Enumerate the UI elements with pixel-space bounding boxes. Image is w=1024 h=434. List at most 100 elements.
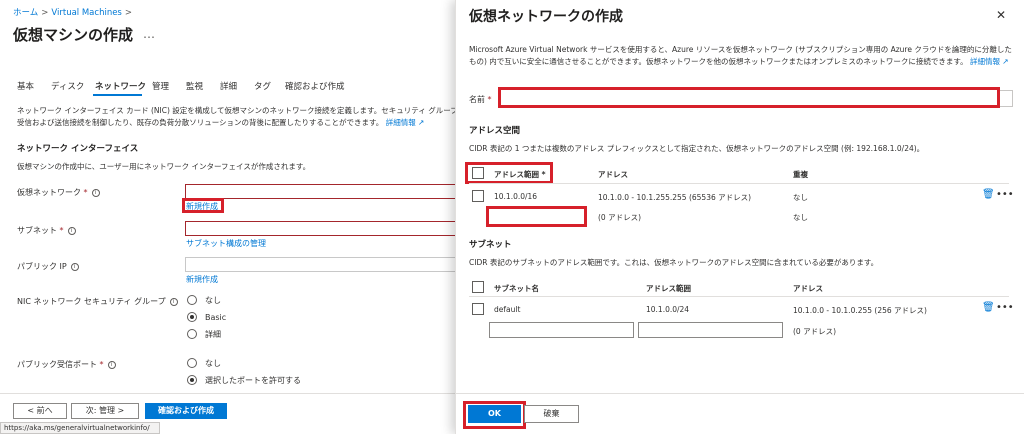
required-mark: * [83, 188, 88, 197]
radio-label: 選択したポートを許可する [205, 376, 301, 385]
radio-button[interactable] [187, 329, 197, 339]
review-create-button[interactable]: 確認および作成 [145, 403, 227, 419]
info-icon[interactable]: i [107, 361, 116, 369]
close-icon[interactable]: ✕ [996, 8, 1006, 22]
vnet-create-new-link[interactable]: 新規作成 [186, 201, 218, 212]
nsg-label-text: NIC ネットワーク セキュリティ グループ [17, 297, 166, 306]
description-line: もの) 内で互いに安全に通信させることができます。仮想ネットワークを他の仮想ネッ… [469, 57, 968, 66]
row-checkbox[interactable] [472, 190, 484, 202]
new-subnet-name-input[interactable] [489, 322, 634, 338]
tab-basics[interactable]: 基本 [17, 80, 34, 92]
tab-tags[interactable]: タグ [254, 80, 271, 92]
address-space-title: アドレス空間 [469, 126, 521, 136]
create-vnet-panel: 仮想ネットワークの作成 ✕ Microsoft Azure Virtual Ne… [455, 0, 1024, 434]
create-vm-blade: ホーム > Virtual Machines > 仮想マシンの作成 … 基本 ディスク… [0, 0, 455, 434]
info-icon[interactable]: i [169, 298, 178, 306]
select-all-checkbox[interactable] [472, 167, 484, 179]
required-mark: * [99, 360, 104, 369]
column-header-subnet-name: サブネット名 [494, 284, 539, 293]
subnet-range-cell: 10.1.0.0/24 [646, 305, 690, 314]
nsg-label: NIC ネットワーク セキュリティ グループ i [17, 296, 178, 307]
vnet-label: 仮想ネットワーク * i [17, 187, 100, 198]
breadcrumb-separator: > [124, 8, 132, 18]
column-header-range: アドレス範囲 [646, 284, 691, 293]
inbound-option-none[interactable]: なし [187, 358, 221, 369]
select-all-checkbox[interactable] [472, 281, 484, 293]
breadcrumb-vm[interactable]: Virtual Machines [51, 8, 122, 18]
tab-disks[interactable]: ディスク [51, 80, 84, 92]
description-line: Microsoft Azure Virtual Network サービスを使用す… [469, 45, 1012, 54]
vnet-select[interactable] [185, 184, 455, 199]
tab-management[interactable]: 管理 [152, 80, 169, 92]
new-subnet-range-input[interactable] [638, 322, 783, 338]
trash-icon[interactable]: 🗑 [982, 302, 995, 313]
next-button[interactable]: 次: 管理 > [71, 403, 139, 419]
tab-monitoring[interactable]: 監視 [186, 80, 203, 92]
ok-button[interactable]: OK [468, 405, 521, 423]
networking-description: ネットワーク インターフェイス カード (NIC) 設定を構成して仮想マシンのネ… [17, 105, 455, 129]
nsg-option-none[interactable]: なし [187, 295, 221, 306]
column-header-range: アドレス範囲 * [494, 169, 546, 180]
radio-label: 詳細 [205, 330, 221, 339]
pip-label-text: パブリック IP [17, 262, 67, 271]
vnet-label-text: 仮想ネットワーク [17, 188, 81, 197]
discard-button[interactable]: 破棄 [524, 405, 579, 423]
more-icon[interactable]: … [143, 27, 156, 41]
overlap-cell: なし [793, 213, 808, 222]
external-link-icon: ↗ [1002, 57, 1009, 66]
column-header-overlap: 重複 [793, 170, 808, 179]
pip-create-new-link[interactable]: 新規作成 [186, 274, 218, 285]
nsg-option-basic[interactable]: Basic [187, 312, 226, 322]
required-mark: * [487, 95, 492, 104]
status-bar-url: https://aka.ms/generalvirtualnetworkinfo… [0, 422, 160, 434]
pip-select[interactable] [185, 257, 455, 272]
column-header-address: アドレス [598, 170, 628, 179]
more-icon[interactable]: ••• [996, 302, 1014, 313]
name-input[interactable] [498, 87, 1000, 108]
breadcrumb-separator: > [41, 8, 49, 18]
tab-review-create[interactable]: 確認および作成 [285, 80, 345, 92]
breadcrumb: ホーム > Virtual Machines > [13, 6, 135, 18]
tab-advanced[interactable]: 詳細 [220, 80, 237, 92]
info-icon[interactable]: i [70, 263, 79, 271]
description-line: ネットワーク インターフェイス カード (NIC) 設定を構成して仮想マシンのネ… [17, 106, 455, 115]
section-subtitle: 仮想マシンの作成中に、ユーザー用にネットワーク インターフェイスが作成されます。 [17, 162, 311, 171]
radio-button[interactable] [187, 312, 197, 322]
radio-button[interactable] [187, 295, 197, 305]
subnet-address-cell: (0 アドレス) [793, 327, 837, 336]
trash-icon[interactable]: 🗑 [982, 189, 995, 200]
required-mark: * [59, 226, 64, 235]
info-icon[interactable]: i [67, 227, 76, 235]
subnet-name-cell: default [494, 305, 521, 314]
breadcrumb-home[interactable]: ホーム [13, 8, 38, 18]
description-line: 受信および送信接続を制御したり、既存の負荷分散ソリューションの背後に配置したりす… [17, 118, 384, 127]
subnet-description: CIDR 表記のサブネットのアドレス範囲です。これは、仮想ネットワークのアドレス… [469, 258, 879, 267]
radio-label: なし [205, 296, 221, 305]
external-link-icon: ↗ [418, 118, 425, 127]
inbound-label: パブリック受信ポート * i [17, 359, 116, 370]
name-label: 名前 * [469, 94, 492, 105]
address-cell: 10.1.0.0 - 10.1.255.255 (65536 アドレス) [598, 193, 752, 202]
overlap-cell: なし [793, 193, 808, 202]
more-icon[interactable]: ••• [996, 189, 1014, 200]
address-range-cell: 10.1.0.0/16 [494, 192, 538, 201]
nsg-option-advanced[interactable]: 詳細 [187, 329, 221, 340]
subnet-select[interactable] [185, 221, 455, 236]
prev-button[interactable]: < 前へ [13, 403, 67, 419]
learn-more-link[interactable]: 詳細情報 [386, 118, 416, 127]
tab-networking[interactable]: ネットワーク [95, 80, 146, 92]
inbound-label-text: パブリック受信ポート [17, 360, 97, 369]
panel-title: 仮想ネットワークの作成 [469, 9, 623, 25]
radio-button[interactable] [187, 358, 197, 368]
learn-more-link[interactable]: 詳細情報 [970, 57, 1000, 66]
subnet-manage-link[interactable]: サブネット構成の管理 [186, 238, 266, 249]
inbound-option-allow[interactable]: 選択したポートを許可する [187, 375, 301, 386]
info-icon[interactable]: i [91, 189, 100, 197]
subnet-label: サブネット * i [17, 225, 76, 236]
row-checkbox[interactable] [472, 303, 484, 315]
radio-button[interactable] [187, 375, 197, 385]
subnet-title: サブネット [469, 240, 512, 250]
panel-description: Microsoft Azure Virtual Network サービスを使用す… [469, 44, 1019, 68]
address-space-description: CIDR 表記の 1 つまたは複数のアドレス プレフィックスとして指定された、仮… [469, 144, 925, 153]
new-address-range-input[interactable] [486, 206, 587, 227]
